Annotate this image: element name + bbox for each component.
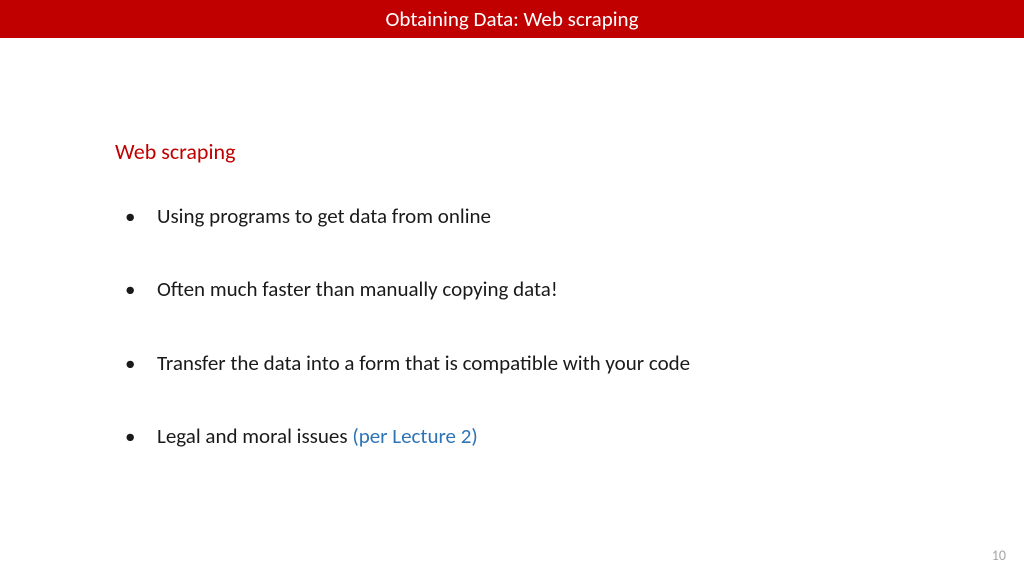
page-number: 10: [992, 547, 1006, 564]
section-heading: Web scraping: [115, 138, 909, 165]
bullet-text: Using programs to get data from online: [157, 203, 491, 229]
header-bar: Obtaining Data: Web scraping: [0, 0, 1024, 38]
list-item: Transfer the data into a form that is co…: [115, 350, 909, 377]
bullet-text: Legal and moral issues: [157, 423, 352, 449]
bullet-link: (per Lecture 2): [352, 423, 477, 449]
slide-title: Obtaining Data: Web scraping: [386, 6, 639, 32]
bullet-text: Transfer the data into a form that is co…: [157, 350, 690, 376]
bullet-list: Using programs to get data from online O…: [115, 203, 909, 450]
list-item: Often much faster than manually copying …: [115, 276, 909, 303]
list-item: Using programs to get data from online: [115, 203, 909, 230]
slide-content: Web scraping Using programs to get data …: [0, 38, 1024, 450]
list-item: Legal and moral issues (per Lecture 2): [115, 423, 909, 450]
bullet-text: Often much faster than manually copying …: [157, 276, 558, 302]
